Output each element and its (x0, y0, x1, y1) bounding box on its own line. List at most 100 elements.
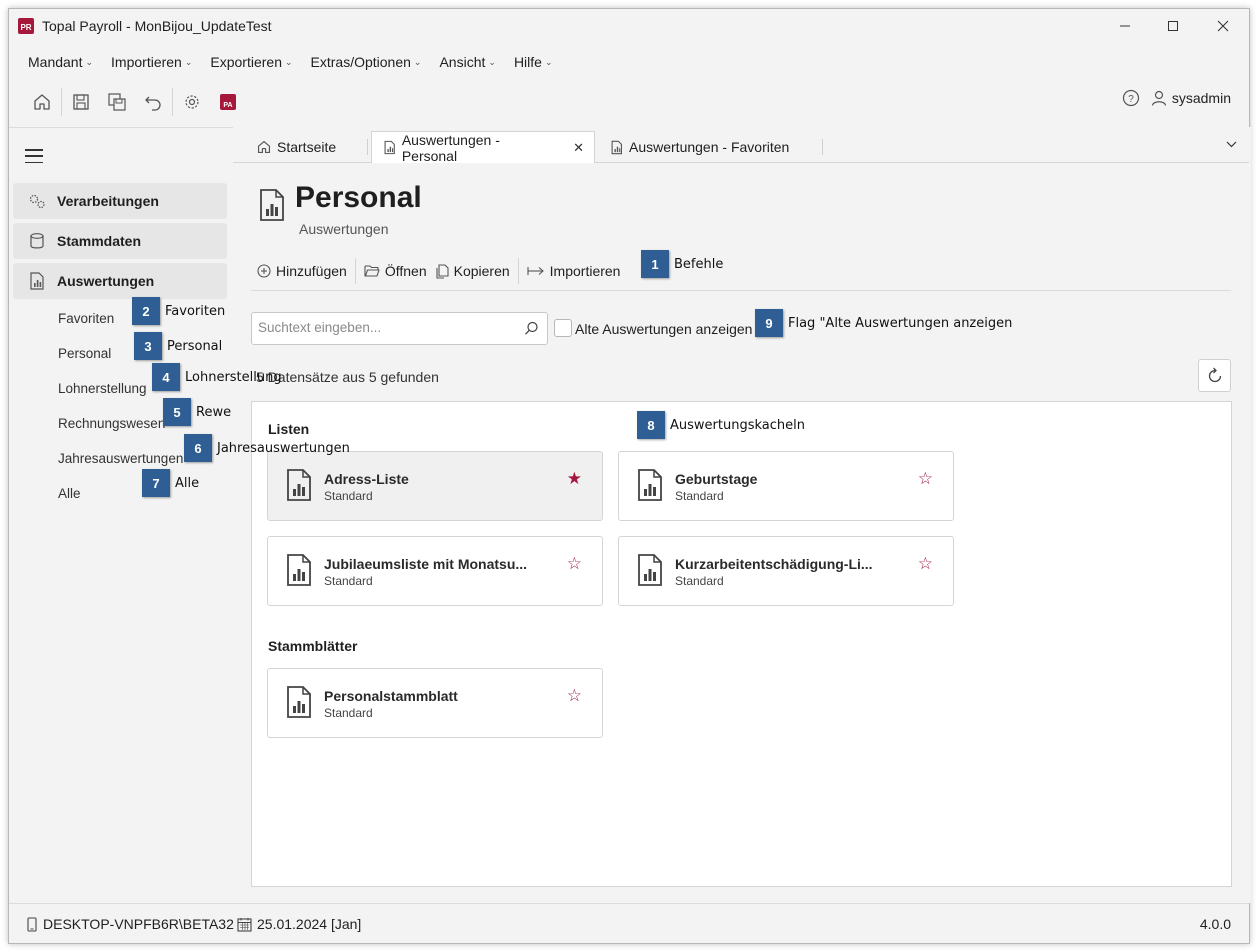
tab-startseite[interactable]: Startseite (247, 131, 346, 163)
menu-bar: Mandant ⌄ Importieren ⌄ Exportieren ⌄ Extra… (19, 49, 562, 75)
command-bar: Hinzufügen Öffnen Kopieren Importieren (257, 257, 628, 285)
menu-ansicht[interactable]: Ansicht ⌄ (430, 49, 504, 75)
favorite-star-filled-icon[interactable]: ★ (567, 469, 582, 489)
annotation-badge-9: 9 (755, 309, 783, 337)
device-icon (27, 916, 37, 932)
copy-button[interactable]: Kopieren (435, 263, 518, 279)
nav-group-auswertungen[interactable]: Auswertungen (13, 263, 227, 299)
status-date[interactable]: 25.01.2024 [Jan] (237, 916, 361, 932)
show-old-reports-label: Alte Auswertungen anzeigen (575, 321, 753, 337)
add-button[interactable]: Hinzufügen (257, 263, 355, 279)
chevron-down-icon: ⌄ (544, 56, 553, 67)
favorite-star-outline-icon[interactable]: ☆ (918, 554, 933, 574)
window-title: Topal Payroll - MonBijou_UpdateTest (42, 18, 272, 34)
tile-name: Geburtstage (675, 471, 758, 487)
status-machine-text: DESKTOP-VNPFB6R\BETA32 (43, 916, 234, 932)
refresh-button[interactable] (1198, 359, 1231, 392)
tab-divider (367, 139, 368, 155)
gear-icon (185, 95, 199, 109)
report-tile-personalstammblatt[interactable]: Personalstammblatt Standard ☆ (267, 668, 603, 738)
menu-mandant[interactable]: Mandant ⌄ (19, 49, 102, 75)
tile-name: Kurzarbeitentschädigung-Li... (675, 556, 873, 572)
annotation-badge-2: 2 (132, 297, 160, 325)
sidebar-item-alle[interactable]: Alle (58, 486, 81, 501)
personal-admin-button[interactable]: PA (213, 87, 243, 117)
nav-group-verarbeitungen[interactable]: Verarbeitungen (13, 183, 227, 219)
save-all-icon (108, 93, 126, 111)
favorite-star-outline-icon[interactable]: ☆ (567, 554, 582, 574)
annotation-badge-7: 7 (142, 469, 170, 497)
chevron-down-icon: ⌄ (413, 56, 422, 67)
save-button[interactable] (66, 87, 96, 117)
search-input[interactable] (258, 320, 508, 335)
annotation-badge-3: 3 (134, 332, 162, 360)
sidebar-item-jahresauswertungen[interactable]: Jahresauswertungen (58, 451, 183, 466)
page-subtitle: Auswertungen (299, 221, 389, 237)
tab-label: Auswertungen - Personal (401, 131, 500, 164)
report-document-icon (287, 469, 311, 501)
menu-extras[interactable]: Extras/Optionen ⌄ (302, 49, 431, 75)
tile-subtitle: Standard (675, 574, 724, 588)
help-icon[interactable]: ? (1122, 89, 1140, 107)
save-all-button[interactable] (102, 87, 132, 117)
menu-exportieren[interactable]: Exportieren ⌄ (201, 49, 301, 75)
import-button[interactable]: Importieren (527, 263, 629, 279)
toolbar-divider (172, 88, 173, 116)
search-icon[interactable] (524, 321, 539, 336)
report-tile-jubilaeumsliste[interactable]: Jubilaeumsliste mit Monatsu... Standard … (267, 536, 603, 606)
status-date-text: 25.01.2024 [Jan] (257, 916, 362, 932)
tab-auswertungen-favoriten[interactable]: Auswertungen - Favoriten (599, 131, 799, 163)
result-count: 5 Datensätze aus 5 gefunden (256, 369, 439, 385)
tab-label: Startseite (277, 139, 337, 155)
tab-close-icon[interactable]: ✕ (573, 140, 584, 156)
report-tiles-area: Listen Adress-Liste Standard ★ Geburtsta… (251, 401, 1232, 887)
tile-subtitle: Standard (324, 574, 373, 588)
sidebar-item-rechnungswesen[interactable]: Rechnungswesen (58, 416, 165, 431)
search-box (251, 312, 548, 345)
sidebar-item-favoriten[interactable]: Favoriten (58, 311, 114, 326)
sidebar-item-personal[interactable]: Personal (58, 346, 111, 361)
chevron-down-icon: ⌄ (488, 56, 496, 67)
refresh-icon (1208, 367, 1221, 382)
maximize-button[interactable] (1149, 9, 1197, 43)
settings-button[interactable] (177, 87, 207, 117)
folder-open-icon (364, 265, 380, 277)
chevron-down-icon: ⌄ (85, 56, 94, 67)
report-icon (30, 272, 44, 290)
report-document-icon (287, 554, 311, 586)
user-name: sysadmin (1171, 90, 1231, 106)
annotation-label-3: Personal (167, 339, 223, 354)
menu-hilfe[interactable]: Hilfe ⌄ (505, 49, 562, 75)
report-tile-geburtstage[interactable]: Geburtstage Standard ☆ (618, 451, 954, 521)
main-content: Startseite Auswertungen - Personal ✕ Aus… (233, 127, 1251, 903)
tab-strip: Startseite Auswertungen - Personal ✕ Aus… (233, 131, 1249, 164)
tab-overflow-chevron-icon[interactable] (1226, 139, 1237, 151)
menu-importieren[interactable]: Importieren ⌄ (102, 49, 201, 75)
report-panel: Personal Auswertungen Hinzufügen Öffnen … (235, 163, 1249, 901)
tile-subtitle: Standard (324, 489, 373, 503)
undo-button[interactable] (138, 87, 168, 117)
favorite-star-outline-icon[interactable]: ☆ (918, 469, 933, 489)
toolbar: PA (27, 87, 249, 117)
close-window-button[interactable] (1199, 9, 1247, 43)
report-tile-kurzarbeitentschaedigung[interactable]: Kurzarbeitentschädigung-Li... Standard ☆ (618, 536, 954, 606)
nav-group-stammdaten[interactable]: Stammdaten (13, 223, 227, 259)
annotation-label-6: Jahresauswertungen (217, 441, 350, 456)
minimize-button[interactable] (1101, 9, 1149, 43)
status-machine: DESKTOP-VNPFB6R\BETA32 (27, 916, 234, 932)
command-label: Importieren (549, 263, 621, 279)
page-title: Personal (295, 181, 422, 214)
report-tile-adress-liste[interactable]: Adress-Liste Standard ★ (267, 451, 603, 521)
show-old-reports-checkbox[interactable] (554, 319, 572, 337)
tab-auswertungen-personal[interactable]: Auswertungen - Personal ✕ (371, 131, 595, 164)
hamburger-menu-icon[interactable] (25, 149, 43, 163)
annotation-label-1: Befehle (674, 257, 724, 272)
favorite-star-outline-icon[interactable]: ☆ (567, 686, 582, 706)
title-bar: PR Topal Payroll - MonBijou_UpdateTest (9, 9, 1249, 43)
user-menu[interactable]: sysadmin (1150, 89, 1231, 107)
tile-subtitle: Standard (324, 706, 373, 720)
open-button[interactable]: Öffnen (364, 263, 435, 279)
tab-label: Auswertungen - Favoriten (629, 139, 790, 155)
sidebar-item-lohnerstellung[interactable]: Lohnerstellung (58, 381, 147, 396)
home-button[interactable] (27, 87, 57, 117)
